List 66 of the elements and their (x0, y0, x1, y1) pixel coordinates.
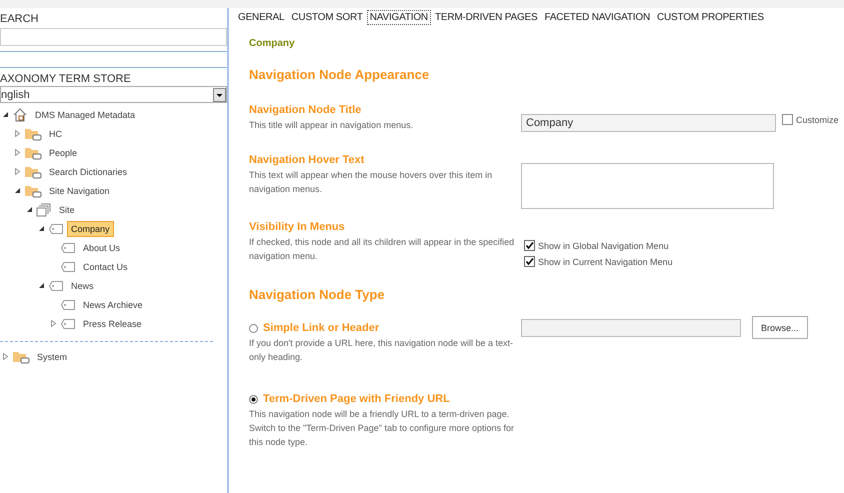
browse-button[interactable]: Browse... (752, 316, 808, 339)
tab[interactable]: CUSTOM SORT (288, 10, 366, 25)
field-label: Navigation Node Title (249, 104, 362, 116)
tree-item[interactable]: DMS Managed Metadata (31, 106, 140, 122)
tab[interactable]: TERM-DRIVEN PAGES (432, 10, 540, 25)
tab[interactable]: FACETED NAVIGATION (541, 10, 653, 25)
tag-icon (60, 318, 76, 330)
field-label: Visibility In Menus (249, 221, 346, 233)
tree-item[interactable]: People (45, 144, 82, 160)
option-description: This navigation node will be a friendly URL to a term-driven page. Switch to the "Term-Driven Page" tab to configure more options for this node type. (249, 408, 516, 449)
checkbox-label: Customize (796, 114, 839, 124)
search-label: EARCH (0, 12, 40, 26)
checkbox[interactable] (524, 256, 535, 267)
house-icon (12, 106, 28, 122)
collapsed-arrow-icon[interactable] (14, 168, 21, 175)
tab[interactable]: NAVIGATION (366, 10, 431, 25)
tag-icon (60, 260, 76, 272)
tab[interactable]: CUSTOM PROPERTIES (654, 10, 767, 25)
collapsed-arrow-icon[interactable] (50, 320, 57, 327)
tree-item[interactable]: News (67, 278, 98, 294)
search-field[interactable] (0, 28, 227, 46)
tree-item[interactable]: HC (45, 126, 66, 142)
field-label: Navigation Hover Text (249, 154, 366, 166)
option-label: Term-Driven Page with Friendy URL (263, 393, 450, 405)
option-description: If you don't provide a URL here, this navigation node will be a text-only heading. (249, 337, 514, 364)
tree-item[interactable]: Contact Us (79, 258, 132, 274)
url-input[interactable] (521, 318, 741, 336)
expanded-arrow-icon[interactable] (38, 282, 45, 289)
title-input[interactable]: Company (521, 114, 776, 132)
tag-icon (60, 298, 76, 310)
tree-item[interactable]: Press Release (79, 316, 146, 332)
checkbox-label: Show in Current Navigation Menu (538, 256, 673, 266)
field-description: This title will appear in navigation menus. (249, 119, 414, 132)
tag-icon (60, 242, 76, 254)
expanded-arrow-icon[interactable] (14, 187, 21, 194)
expanded-arrow-icon[interactable] (2, 111, 9, 118)
tree-item[interactable]: System (33, 348, 72, 364)
tree-item[interactable]: Site Navigation (45, 182, 114, 198)
tree-item[interactable]: Site (55, 202, 79, 218)
radio-button[interactable] (249, 324, 258, 332)
term-name: Company (249, 38, 296, 49)
collapsed-arrow-icon[interactable] (14, 149, 21, 156)
tree-item[interactable]: Search Dictionaries (45, 164, 132, 180)
tree-item[interactable]: News Archieve (79, 296, 147, 312)
language-dropdown[interactable]: nglish (0, 86, 227, 103)
tag-icon (48, 280, 64, 292)
field-description: If checked, this node and all its children will appear in the specified navigation menu. (249, 236, 516, 263)
term-store-label: AXONOMY TERM STORE (0, 72, 132, 86)
expanded-arrow-icon[interactable] (26, 206, 33, 213)
tag-icon (48, 222, 64, 234)
tree-item[interactable]: Company (67, 220, 114, 236)
tree-item[interactable]: About Us (79, 240, 124, 256)
collapsed-arrow-icon[interactable] (2, 353, 9, 360)
tab[interactable]: GENERAL (235, 10, 288, 25)
checkbox-label: Show in Global Navigation Menu (538, 240, 669, 250)
section-heading: Navigation Node Type (249, 287, 386, 302)
radio-button[interactable] (249, 394, 258, 404)
field-description: This text will appear when the mouse hovers over this item in navigation menus. (249, 169, 494, 196)
section-heading: Navigation Node Appearance (249, 67, 430, 82)
collapsed-arrow-icon[interactable] (14, 130, 21, 137)
expanded-arrow-icon[interactable] (38, 225, 45, 232)
checkbox[interactable] (524, 240, 535, 251)
hover-text-field[interactable] (521, 163, 774, 209)
stacked-pages-icon (36, 202, 52, 218)
option-label: Simple Link or Header (263, 322, 380, 334)
customize-checkbox[interactable] (782, 114, 793, 125)
